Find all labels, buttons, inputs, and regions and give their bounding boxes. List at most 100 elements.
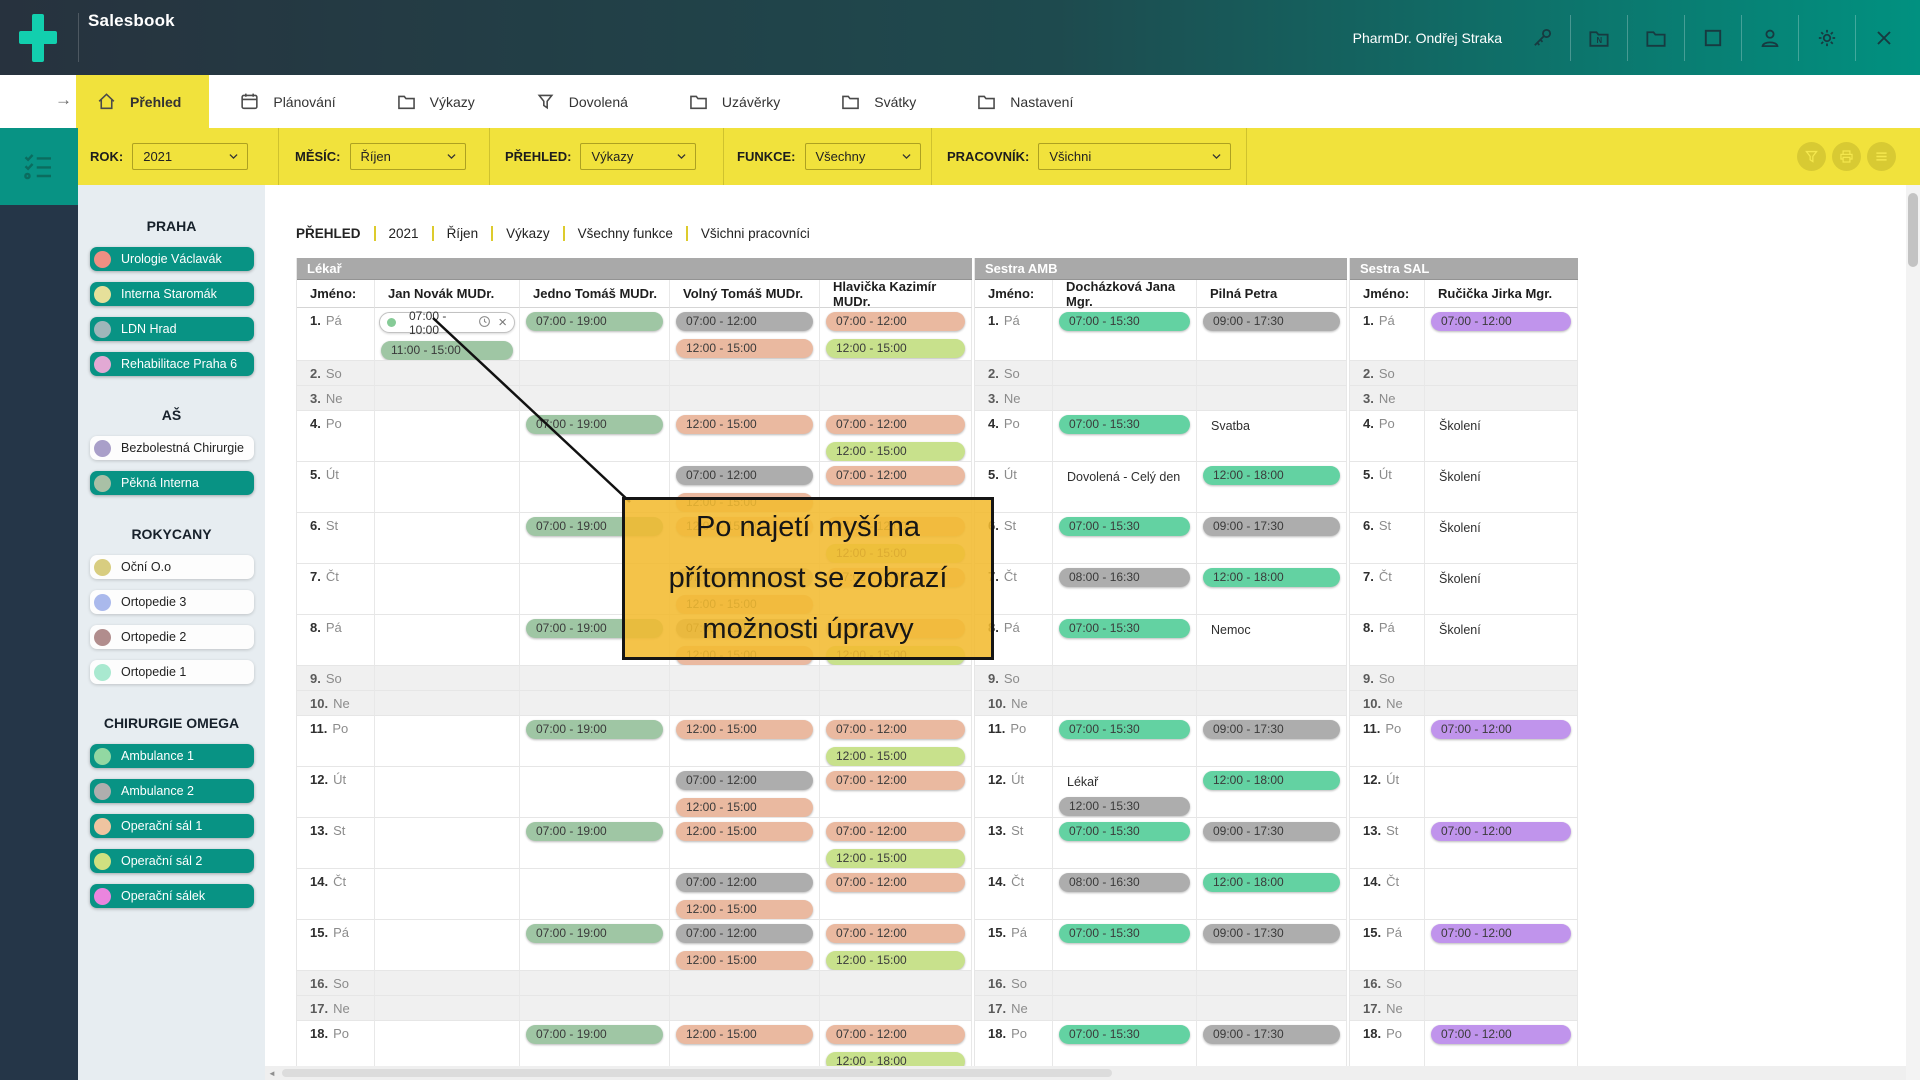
- shift-pill[interactable]: 07:00 - 12:00: [1431, 312, 1571, 331]
- shift-pill[interactable]: 12:00 - 15:00: [826, 339, 965, 358]
- shift-pill[interactable]: 07:00 - 15:30: [1059, 1025, 1190, 1044]
- schedule-cell[interactable]: [820, 971, 972, 996]
- schedule-cell[interactable]: [1197, 691, 1347, 716]
- schedule-cell[interactable]: Školení: [1425, 513, 1578, 564]
- schedule-cell[interactable]: Dovolená - Celý den: [1053, 462, 1197, 513]
- shift-pill[interactable]: 12:00 - 15:00: [826, 747, 965, 766]
- sidebar-item[interactable]: Operační sálek: [90, 884, 254, 908]
- tab-nastaveni[interactable]: Nastavení: [946, 75, 1103, 128]
- shift-note[interactable]: Školení: [1425, 415, 1577, 433]
- shift-pill[interactable]: 09:00 - 17:30: [1203, 822, 1340, 841]
- schedule-cell[interactable]: 09:00 - 17:30: [1197, 308, 1347, 361]
- sidebar-item[interactable]: Urologie Václavák: [90, 247, 254, 271]
- schedule-cell[interactable]: [670, 386, 820, 411]
- schedule-cell[interactable]: [375, 996, 520, 1021]
- schedule-cell[interactable]: [1053, 971, 1197, 996]
- schedule-cell[interactable]: [1197, 666, 1347, 691]
- schedule-cell[interactable]: 12:00 - 15:00: [670, 716, 820, 767]
- schedule-cell[interactable]: 09:00 - 17:30: [1197, 513, 1347, 564]
- shift-note[interactable]: Školení: [1425, 517, 1577, 535]
- schedule-cell[interactable]: Školení: [1425, 615, 1578, 666]
- shift-pill[interactable]: 07:00 - 15:30: [1059, 619, 1190, 638]
- schedule-cell[interactable]: [820, 666, 972, 691]
- schedule-cell[interactable]: 07:00 - 12:00: [1425, 920, 1578, 971]
- schedule-cell[interactable]: 07:00 - 15:30: [1053, 513, 1197, 564]
- shift-pill[interactable]: 07:00 - 12:00: [826, 924, 965, 943]
- schedule-cell[interactable]: 07:00 - 12:0012:00 - 15:00: [820, 411, 972, 462]
- scroll-left-arrow-icon[interactable]: ◄: [268, 1069, 276, 1078]
- schedule-cell[interactable]: [520, 971, 670, 996]
- tab-uzaverky[interactable]: Uzávěrky: [658, 75, 810, 128]
- shift-pill[interactable]: 12:00 - 15:00: [676, 1025, 813, 1044]
- schedule-cell[interactable]: 07:00 - 12:00: [1425, 1021, 1578, 1072]
- shift-pill[interactable]: 07:00 - 19:00: [526, 1025, 663, 1044]
- schedule-cell[interactable]: [520, 386, 670, 411]
- schedule-cell[interactable]: Školení: [1425, 564, 1578, 615]
- shift-pill[interactable]: 12:00 - 15:00: [676, 415, 813, 434]
- schedule-cell[interactable]: [1425, 869, 1578, 920]
- schedule-cell[interactable]: [520, 691, 670, 716]
- sidebar-item[interactable]: Oční O.o: [90, 555, 254, 579]
- shift-note[interactable]: Školení: [1425, 619, 1577, 637]
- shift-pill[interactable]: 07:00 - 12:00: [676, 924, 813, 943]
- schedule-cell[interactable]: [520, 996, 670, 1021]
- tab-prehled[interactable]: Přehled: [76, 75, 209, 128]
- sidebar-item[interactable]: Pěkná Interna: [90, 471, 254, 495]
- shift-pill[interactable]: 12:00 - 15:00: [826, 849, 965, 868]
- shift-pill[interactable]: 07:00 - 12:00: [826, 466, 965, 485]
- shift-note[interactable]: Svatba: [1197, 415, 1346, 433]
- schedule-cell[interactable]: Lékař12:00 - 15:30: [1053, 767, 1197, 818]
- shift-pill[interactable]: 09:00 - 17:30: [1203, 1025, 1340, 1044]
- schedule-cell[interactable]: 12:00 - 18:00: [1197, 564, 1347, 615]
- rok-select[interactable]: 2021: [132, 143, 248, 170]
- schedule-cell[interactable]: [820, 386, 972, 411]
- shift-pill[interactable]: 07:00 - 19:00: [526, 720, 663, 739]
- schedule-cell[interactable]: 08:00 - 16:30: [1053, 564, 1197, 615]
- shift-pill[interactable]: 12:00 - 15:00: [826, 442, 965, 461]
- shift-pill[interactable]: 09:00 - 17:30: [1203, 312, 1340, 331]
- schedule-cell[interactable]: 12:00 - 15:00: [670, 1021, 820, 1072]
- schedule-cell[interactable]: [1197, 361, 1347, 386]
- shift-pill[interactable]: 12:00 - 15:30: [1059, 797, 1190, 816]
- funnel-button[interactable]: [1797, 142, 1826, 171]
- schedule-cell[interactable]: 07:00 - 12:0012:00 - 15:00: [820, 716, 972, 767]
- horizontal-scrollbar[interactable]: ◄: [265, 1066, 1906, 1080]
- schedule-cell[interactable]: 07:00 - 12:0012:00 - 15:00: [820, 920, 972, 971]
- tab-svatky[interactable]: Svátky: [810, 75, 946, 128]
- shift-pill[interactable]: 12:00 - 18:00: [1203, 873, 1340, 892]
- schedule-cell[interactable]: [375, 386, 520, 411]
- shift-pill[interactable]: 07:00 - 12:00: [676, 312, 813, 331]
- user-icon[interactable]: [1758, 26, 1782, 50]
- sidebar-item[interactable]: Ambulance 1: [90, 744, 254, 768]
- schedule-cell[interactable]: [375, 513, 520, 564]
- schedule-cell[interactable]: [375, 869, 520, 920]
- funkce-select[interactable]: Všechny: [805, 143, 921, 170]
- schedule-cell[interactable]: 07:00 - 12:00: [820, 767, 972, 818]
- schedule-cell[interactable]: 07:00 - 19:00: [520, 920, 670, 971]
- schedule-cell[interactable]: [820, 996, 972, 1021]
- schedule-cell[interactable]: [1197, 971, 1347, 996]
- shift-pill[interactable]: 07:00 - 12:00: [826, 822, 965, 841]
- schedule-cell[interactable]: 07:00 - 15:30: [1053, 411, 1197, 462]
- schedule-cell[interactable]: 07:00 - 19:00: [520, 411, 670, 462]
- shift-pill[interactable]: 09:00 - 17:30: [1203, 720, 1340, 739]
- vertical-scrollbar-thumb[interactable]: [1908, 193, 1918, 267]
- schedule-cell[interactable]: [1425, 971, 1578, 996]
- schedule-cell[interactable]: [1425, 691, 1578, 716]
- close-icon[interactable]: [1872, 26, 1896, 50]
- schedule-cell[interactable]: [375, 691, 520, 716]
- schedule-cell[interactable]: [520, 767, 670, 818]
- schedule-cell[interactable]: [375, 411, 520, 462]
- sidebar-item[interactable]: LDN Hrad: [90, 317, 254, 341]
- shift-pill[interactable]: 12:00 - 15:00: [676, 900, 813, 919]
- schedule-cell[interactable]: 07:00 - 10:00×11:00 - 15:00: [375, 308, 520, 361]
- schedule-cell[interactable]: [1425, 767, 1578, 818]
- gear-icon[interactable]: [1815, 26, 1839, 50]
- key-icon[interactable]: [1530, 26, 1554, 50]
- schedule-cell[interactable]: 07:00 - 15:30: [1053, 716, 1197, 767]
- shift-pill[interactable]: 07:00 - 12:00: [1431, 822, 1571, 841]
- schedule-cell[interactable]: 07:00 - 19:00: [520, 1021, 670, 1072]
- arrow-right-icon[interactable]: →: [55, 90, 72, 110]
- schedule-cell[interactable]: [820, 361, 972, 386]
- schedule-cell[interactable]: [520, 666, 670, 691]
